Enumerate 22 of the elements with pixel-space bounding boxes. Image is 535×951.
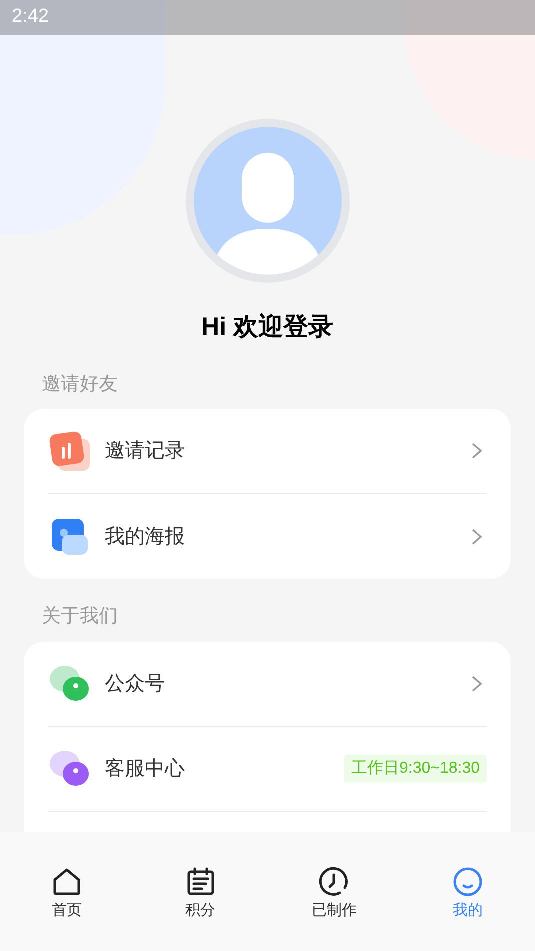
working-hours-tag: 工作日9:30~18:30 bbox=[344, 754, 487, 782]
tab-item[interactable]: 积分 bbox=[134, 866, 268, 924]
clock-icon bbox=[318, 866, 350, 898]
greeting-title: Hi 欢迎登录 bbox=[202, 312, 334, 343]
section-title: 邀请好友 bbox=[42, 372, 119, 396]
smile-icon bbox=[452, 866, 484, 898]
tab-item[interactable]: 已制作 bbox=[268, 866, 402, 924]
menu-item-label: 客服中心 bbox=[105, 756, 186, 782]
chart-icon bbox=[48, 429, 92, 473]
menu-item[interactable]: 邀请记录 bbox=[48, 409, 487, 494]
section-title: 关于我们 bbox=[42, 605, 119, 629]
chevron-right-icon bbox=[471, 528, 483, 546]
menu-item-label: 公众号 bbox=[105, 672, 166, 696]
menu-item[interactable]: 公众号 bbox=[48, 642, 487, 726]
menu-item-label: 我的海报 bbox=[105, 524, 186, 550]
status-time: 2:42 bbox=[12, 5, 49, 30]
menu-item[interactable]: 我的海报 bbox=[48, 494, 487, 579]
tab-item[interactable]: 首页 bbox=[0, 866, 134, 924]
chevron-right-icon bbox=[471, 442, 483, 460]
menu-item[interactable]: 客服中心 工作日9:30~18:30 bbox=[48, 726, 487, 812]
chevron-right-icon bbox=[471, 674, 483, 692]
menu-item-label: 邀请记录 bbox=[105, 439, 186, 464]
